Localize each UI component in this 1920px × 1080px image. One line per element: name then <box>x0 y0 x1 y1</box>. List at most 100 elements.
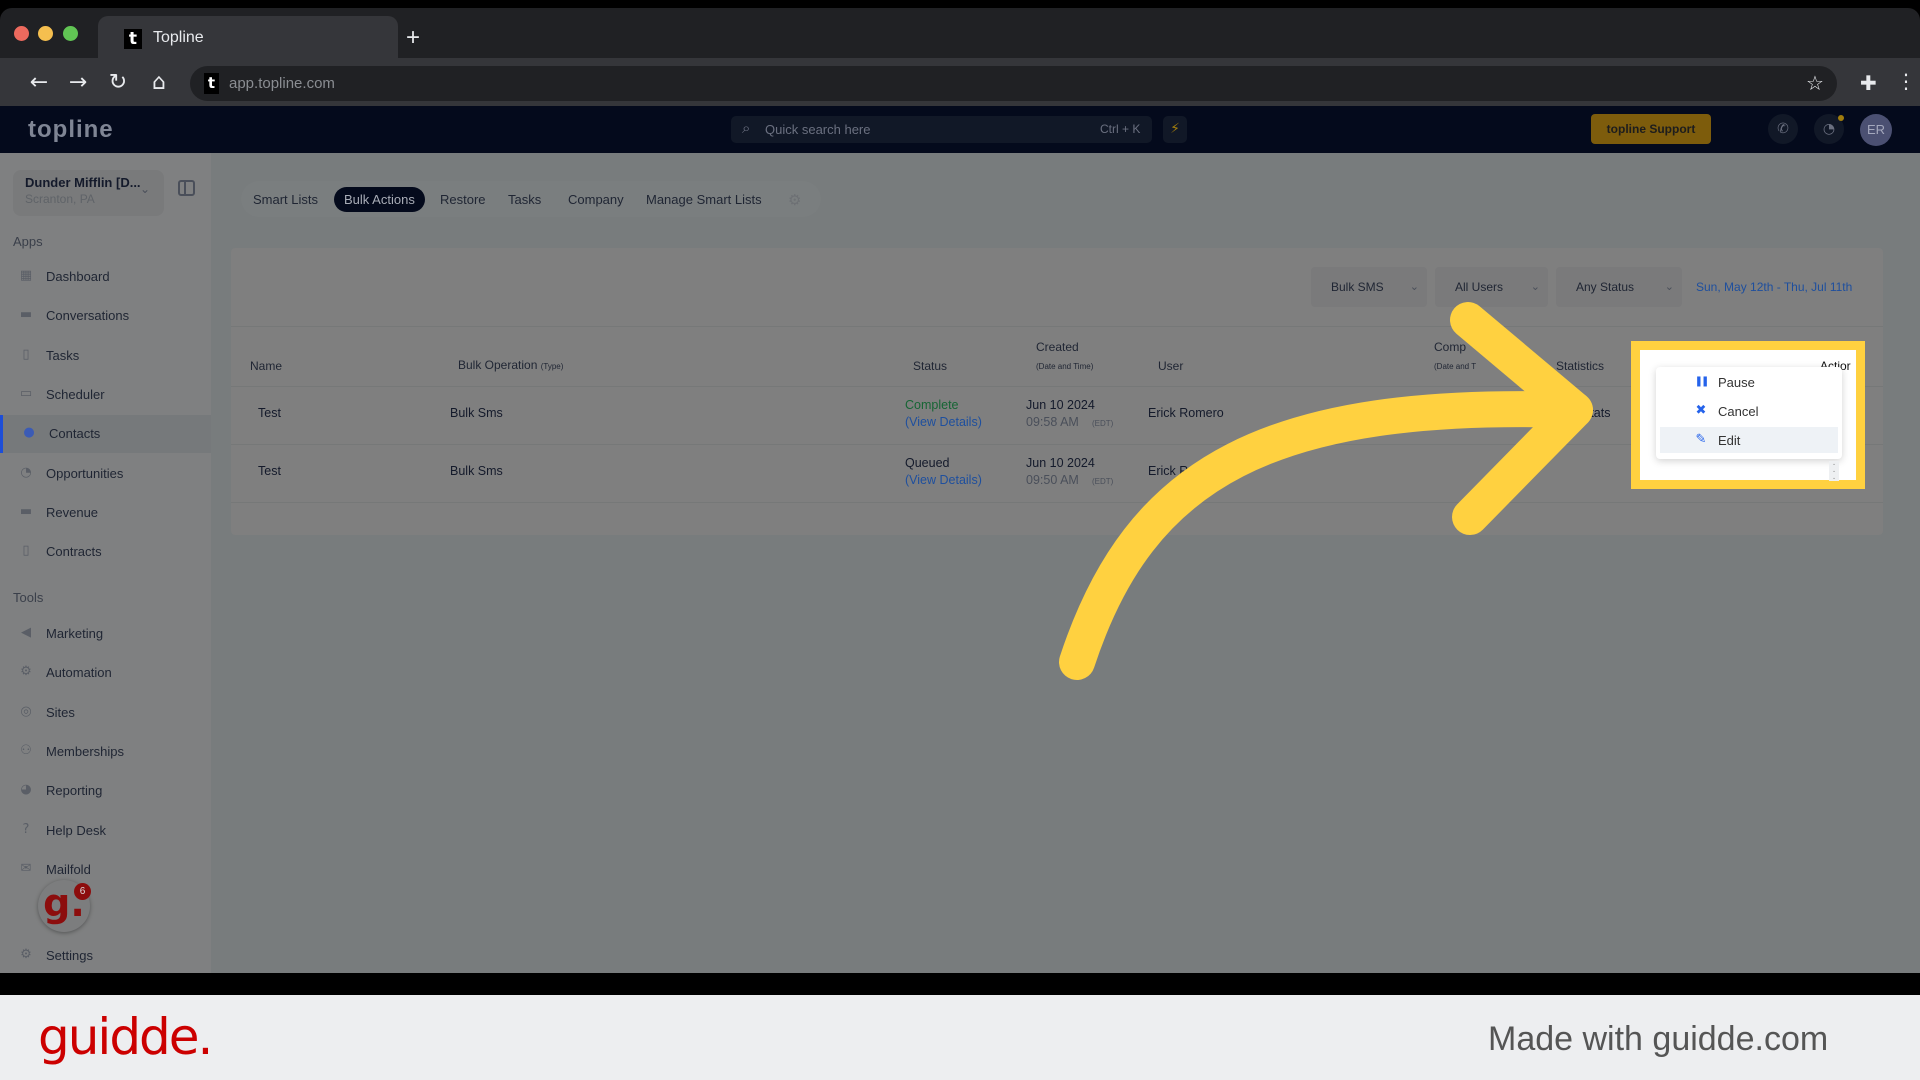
memberships-icon: ⚇ <box>20 742 32 758</box>
dashboard-icon: ▦ <box>19 268 33 283</box>
reload-icon[interactable]: ↻ <box>105 70 131 95</box>
new-tab-button[interactable]: + <box>406 24 420 52</box>
topline-logo[interactable]: topline <box>28 116 114 144</box>
menu-item-edit[interactable]: ✎ Edit <box>1660 427 1838 453</box>
quick-action-bolt-icon[interactable]: ⚡ <box>1163 116 1187 143</box>
sidebar-item-label: Memberships <box>46 743 125 759</box>
tab-settings-gear-icon[interactable]: ⚙ <box>788 191 801 209</box>
cell-timezone: (EDT) <box>1092 419 1114 428</box>
tab-bulk-actions[interactable]: Bulk Actions <box>334 187 425 212</box>
close-window-button[interactable] <box>14 26 29 41</box>
header-operation-sub: (Type) <box>540 362 564 371</box>
chevron-down-icon: ⌄ <box>1530 280 1540 293</box>
sidebar-item-settings[interactable]: ⚙ Settings <box>0 937 211 975</box>
home-icon[interactable]: ⌂ <box>146 70 172 95</box>
search-placeholder: Quick search here <box>765 122 871 137</box>
frame-bottom-bar <box>0 973 1920 995</box>
guidde-count-badge: 6 <box>74 883 91 900</box>
tab-company[interactable]: Company <box>558 187 634 212</box>
tab-smart-lists[interactable]: Smart Lists <box>243 187 328 212</box>
sidebar-item-marketing[interactable]: ◀ Marketing <box>0 615 211 653</box>
made-with-guidde-text: Made with guidde.com <box>1488 1020 1829 1058</box>
row-actions-kebab-icon[interactable]: · · · <box>1829 460 1839 484</box>
tab-title[interactable]: Topline <box>153 29 204 47</box>
cell-created-time: 09:58 AM <box>1026 415 1079 429</box>
tab-favicon-icon: t <box>124 29 142 49</box>
header-created-sub: (Date and Time) <box>1036 362 1094 371</box>
sidebar-item-contacts[interactable]: ● Contacts <box>0 415 211 454</box>
type-filter-dropdown[interactable]: Bulk SMS ⌄ <box>1311 267 1427 307</box>
sidebar-item-revenue[interactable]: ▬ Revenue <box>0 494 211 532</box>
view-details-link[interactable]: (View Details) <box>905 473 982 487</box>
tab-restore[interactable]: Restore <box>430 187 496 212</box>
browser-tab[interactable] <box>98 16 398 58</box>
url-text[interactable]: app.topline.com <box>229 75 335 92</box>
opportunities-icon: ◔ <box>20 464 32 480</box>
extensions-icon[interactable]: ✚ <box>1860 71 1877 95</box>
tab-tasks[interactable]: Tasks <box>498 187 551 212</box>
menu-item-cancel[interactable]: ✖ Cancel <box>1660 398 1838 424</box>
menu-item-pause[interactable]: ❚❚ Pause <box>1660 369 1838 395</box>
sidebar-item-scheduler[interactable]: ▭ Scheduler <box>0 376 211 414</box>
header-statistics: Statistics <box>1556 359 1605 373</box>
marketing-icon: ◀ <box>21 625 31 640</box>
tab-manage-smart-lists[interactable]: Manage Smart Lists <box>636 187 772 212</box>
sidebar-item-label: Help Desk <box>46 822 106 838</box>
user-filter-dropdown[interactable]: All Users ⌄ <box>1435 267 1548 307</box>
sidebar-item-label: Scheduler <box>46 386 105 402</box>
cancel-icon: ✖ <box>1695 403 1707 418</box>
cell-user: Erick Romero <box>1148 406 1224 420</box>
sidebar-item-label: Tasks <box>46 347 80 363</box>
menu-item-label: Pause <box>1718 375 1755 390</box>
screen: t Topline + ← → ↻ ⌂ t app.topline.com ☆ … <box>0 0 1920 1080</box>
sidebar-item-label: Conversations <box>46 308 130 324</box>
sidebar-item-label: Reporting <box>46 783 103 799</box>
scheduler-icon: ▭ <box>19 385 33 401</box>
menu-item-label: Cancel <box>1718 404 1759 419</box>
stats-link[interactable]: Stats <box>1582 406 1611 420</box>
view-details-link[interactable]: (View Details) <box>905 415 982 429</box>
sidebar-item-memberships[interactable]: ⚇ Memberships <box>0 733 211 771</box>
sidebar-item-label: Marketing <box>46 626 104 641</box>
header-user: User <box>1158 359 1184 373</box>
status-filter-dropdown[interactable]: Any Status ⌄ <box>1556 267 1682 307</box>
search-icon: ⌕ <box>742 119 751 137</box>
chevron-down-icon: ⌄ <box>140 182 151 196</box>
sidebar-item-dashboard[interactable]: ▦ Dashboard <box>0 258 211 296</box>
user-avatar[interactable]: ER <box>1860 114 1892 146</box>
sidebar-item-automation[interactable]: ⚙ Automation <box>0 654 211 692</box>
sidebar-item-help-desk[interactable]: ? Help Desk <box>0 812 211 850</box>
sidebar-item-opportunities[interactable]: ◔ Opportunities <box>0 455 211 493</box>
maximize-window-button[interactable] <box>63 26 78 41</box>
support-button[interactable]: topline Support <box>1591 114 1711 144</box>
bookmark-star-icon[interactable]: ☆ <box>1806 71 1824 95</box>
sidebar-item-reporting[interactable]: ◕ Reporting <box>0 772 211 810</box>
sidebar-item-contracts[interactable]: ▯ Contracts <box>0 533 211 571</box>
sidebar-item-conversations[interactable]: ▬ Conversations <box>0 297 211 335</box>
cell-created-date: Jun 10 2024 <box>1026 398 1095 412</box>
status-filter-value: Any Status <box>1576 280 1635 294</box>
tasks-icon: ▯ <box>22 346 30 362</box>
cell-created-time: 09:50 AM <box>1026 473 1079 487</box>
sidebar-item-sites[interactable]: ◎ Sites <box>0 694 211 732</box>
cell-user: Erick R <box>1148 464 1189 478</box>
sidebar-item-mailfold[interactable]: ✉ Mailfold <box>0 851 211 889</box>
guidde-logo: guidde. <box>38 1008 213 1066</box>
sidebar-item-label: Opportunities <box>46 465 124 481</box>
phone-icon[interactable]: ✆ <box>1768 114 1798 144</box>
address-bar[interactable] <box>190 66 1837 101</box>
cell-created-date: Jun 10 2024 <box>1026 456 1095 470</box>
browser-menu-icon[interactable]: ⋮ <box>1896 69 1916 93</box>
sidebar-item-label: Revenue <box>46 504 99 520</box>
chevron-down-icon: ⌄ <box>1664 280 1674 293</box>
back-icon[interactable]: ← <box>26 70 52 95</box>
collapse-sidebar-icon[interactable] <box>178 180 195 196</box>
minimize-window-button[interactable] <box>38 26 53 41</box>
date-range-picker[interactable]: Sun, May 12th - Thu, Jul 11th <box>1696 280 1852 294</box>
cell-name: Test <box>258 464 281 478</box>
forward-icon[interactable]: → <box>65 70 91 95</box>
pause-icon: ❚❚ <box>1694 376 1710 387</box>
search-shortcut-hint: Ctrl + K <box>1100 122 1141 136</box>
sidebar-item-tasks[interactable]: ▯ Tasks <box>0 337 211 375</box>
header-completed-sub: (Date and T <box>1434 362 1477 371</box>
